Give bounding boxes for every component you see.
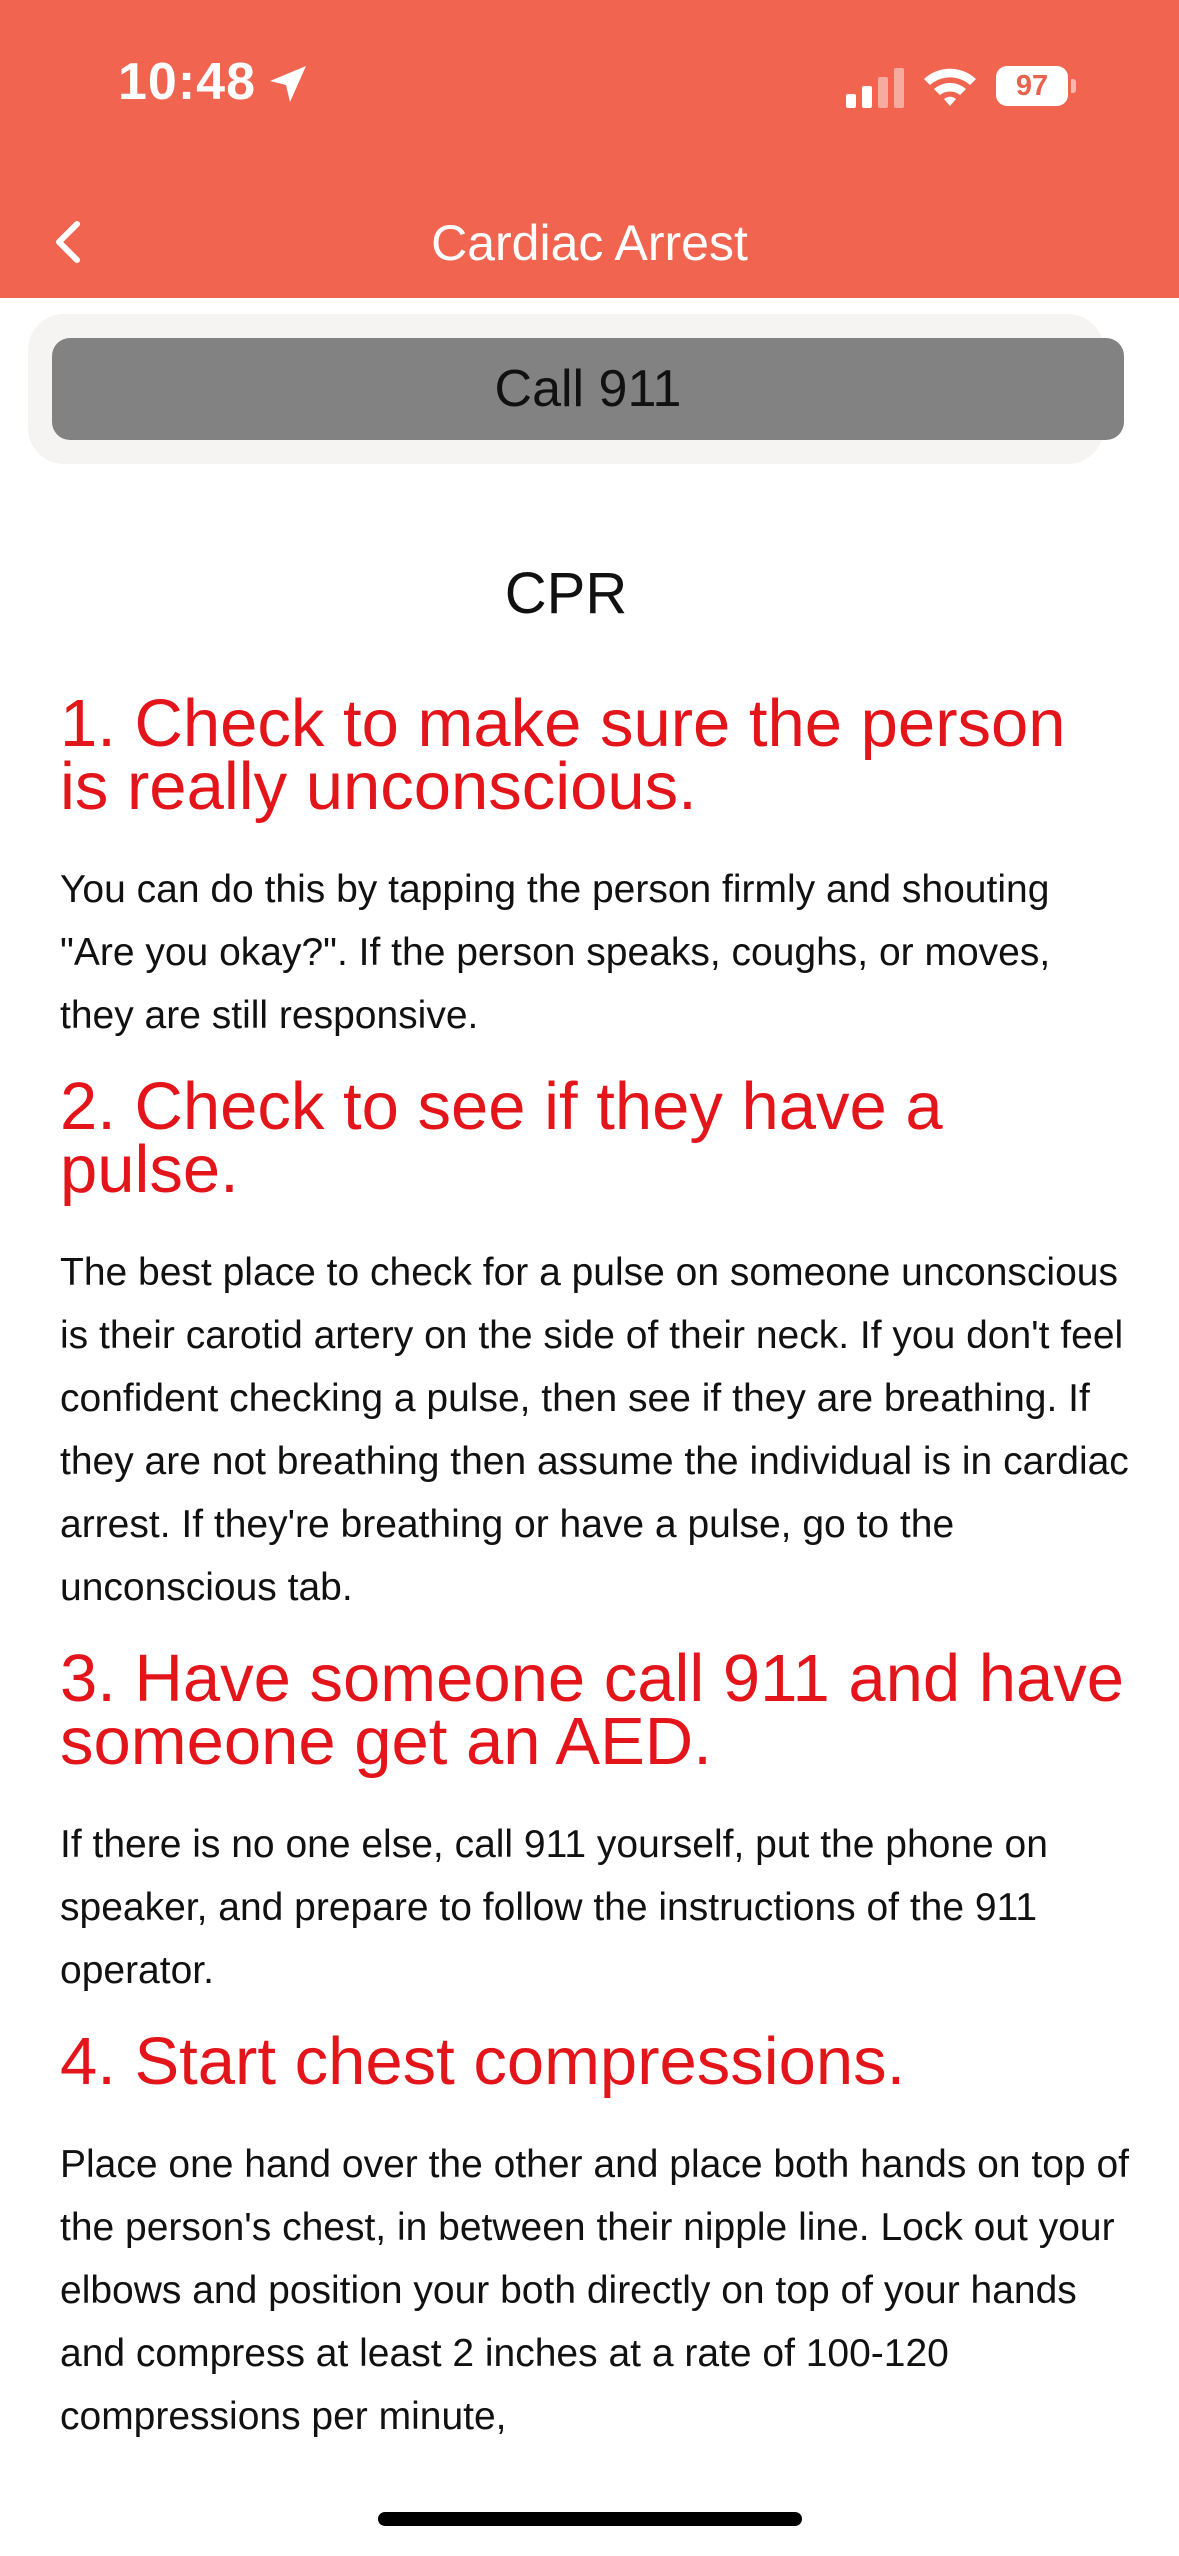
step-1: 1. Check to make sure the person is real… <box>60 686 1132 1047</box>
step-body: If there is no one else, call 911 yourse… <box>60 1823 1048 1992</box>
signal-icon <box>844 66 906 108</box>
section-title: CPR <box>504 561 628 626</box>
step-heading: 3. Have someone call 911 and have someon… <box>60 1641 1125 1779</box>
call-911-button[interactable]: Call 911 <box>52 338 1124 440</box>
step-heading: 4. Start chest compressions. <box>60 2024 906 2099</box>
step-heading: 2. Check to see if they have a pulse. <box>60 1069 943 1207</box>
home-indicator[interactable] <box>378 2512 802 2526</box>
step-2: 2. Check to see if they have a pulse. Th… <box>60 1069 1132 1619</box>
battery-icon: 97 <box>996 66 1076 106</box>
header-bar: 10:48 97 Cardiac Arrest <box>0 0 1179 298</box>
step-4: 4. Start chest compressions. Place one h… <box>60 2024 1132 2448</box>
call-button-container: Call 911 <box>28 314 1124 464</box>
app-screen: 10:48 97 Cardiac Arrest Call 911 CPR 1. … <box>0 0 1179 2556</box>
step-body: The best place to check for a pulse on s… <box>60 1251 1129 1609</box>
wifi-icon <box>920 64 980 108</box>
page-title: Cardiac Arrest <box>431 215 748 271</box>
battery-level: 97 <box>1015 69 1049 102</box>
location-arrow-icon <box>266 62 310 106</box>
instructions-content: CPR 1. Check to make sure the person is … <box>60 556 1132 2476</box>
step-body: You can do this by tapping the person fi… <box>60 868 1051 1037</box>
step-body: Place one hand over the other and place … <box>60 2143 1129 2438</box>
step-heading: 1. Check to make sure the person is real… <box>60 686 1066 824</box>
step-3: 3. Have someone call 911 and have someon… <box>60 1641 1132 2002</box>
status-time: 10:48 <box>118 53 256 111</box>
